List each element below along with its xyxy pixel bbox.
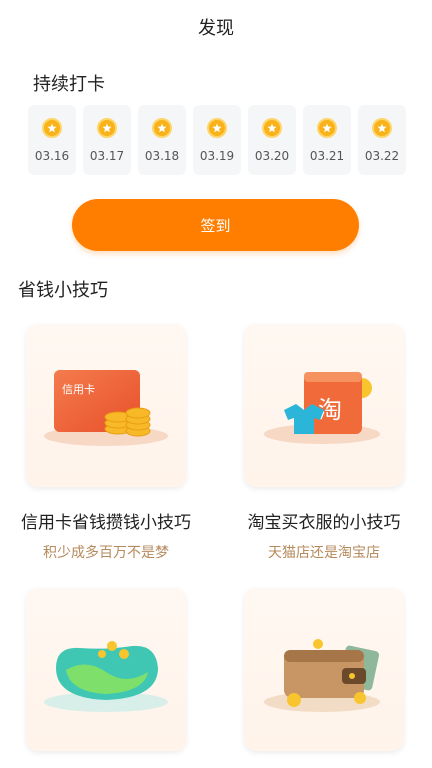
checkin-day[interactable]: 03.22 <box>358 105 406 175</box>
coin-star-icon <box>317 118 337 138</box>
taobao-shopping-bag-icon: 淘 <box>264 372 380 444</box>
coin-star-icon <box>262 118 282 138</box>
coin-star-icon <box>372 118 392 138</box>
coin-star-icon <box>42 118 62 138</box>
checkin-day-date: 03.17 <box>89 149 125 163</box>
checkin-day[interactable]: 03.18 <box>138 105 186 175</box>
credit-card-label: 信用卡 <box>62 383 95 396</box>
tip-card-title[interactable]: 淘宝买衣服的小技巧 <box>224 508 424 533</box>
tip-card-subtitle: 积少成多百万不是梦 <box>43 545 169 561</box>
checkin-day-date: 03.21 <box>309 149 345 163</box>
checkin-day[interactable]: 03.19 <box>193 105 241 175</box>
coin-star-icon <box>152 118 172 138</box>
checkin-day-date: 03.19 <box>199 149 235 163</box>
tip-card-subtitle: 天猫店还是淘宝店 <box>268 545 380 561</box>
tip-card-taobao[interactable]: 淘 <box>244 324 404 487</box>
checkin-day-date: 03.18 <box>144 149 180 163</box>
tips-section-title: 省钱小技巧 <box>18 280 108 301</box>
coin-star-icon <box>207 118 227 138</box>
checkin-day-date: 03.20 <box>254 149 290 163</box>
tip-card-pot[interactable] <box>26 588 186 751</box>
sign-in-button[interactable]: 签到 <box>72 199 359 251</box>
checkin-day[interactable]: 03.20 <box>248 105 296 175</box>
checkin-day-date: 03.22 <box>364 149 400 163</box>
checkin-day[interactable]: 03.21 <box>303 105 351 175</box>
tip-card-wallet[interactable] <box>244 588 404 751</box>
checkin-days: 03.16 03.17 03.18 03.19 03.20 03.21 03.2… <box>28 105 406 175</box>
checkin-day-date: 03.16 <box>34 149 70 163</box>
credit-card-coins-icon: 信用卡 <box>44 370 168 446</box>
green-pot-icon <box>44 641 168 712</box>
checkin-section-title: 持续打卡 <box>33 74 105 95</box>
page-title: 发现 <box>198 18 234 39</box>
wallet-icon <box>264 639 380 712</box>
tip-card-credit-card[interactable]: 信用卡 <box>26 324 186 487</box>
checkin-day[interactable]: 03.17 <box>83 105 131 175</box>
coin-star-icon <box>97 118 117 138</box>
checkin-day[interactable]: 03.16 <box>28 105 76 175</box>
tip-card-title[interactable]: 信用卡省钱攒钱小技巧 <box>6 508 206 533</box>
